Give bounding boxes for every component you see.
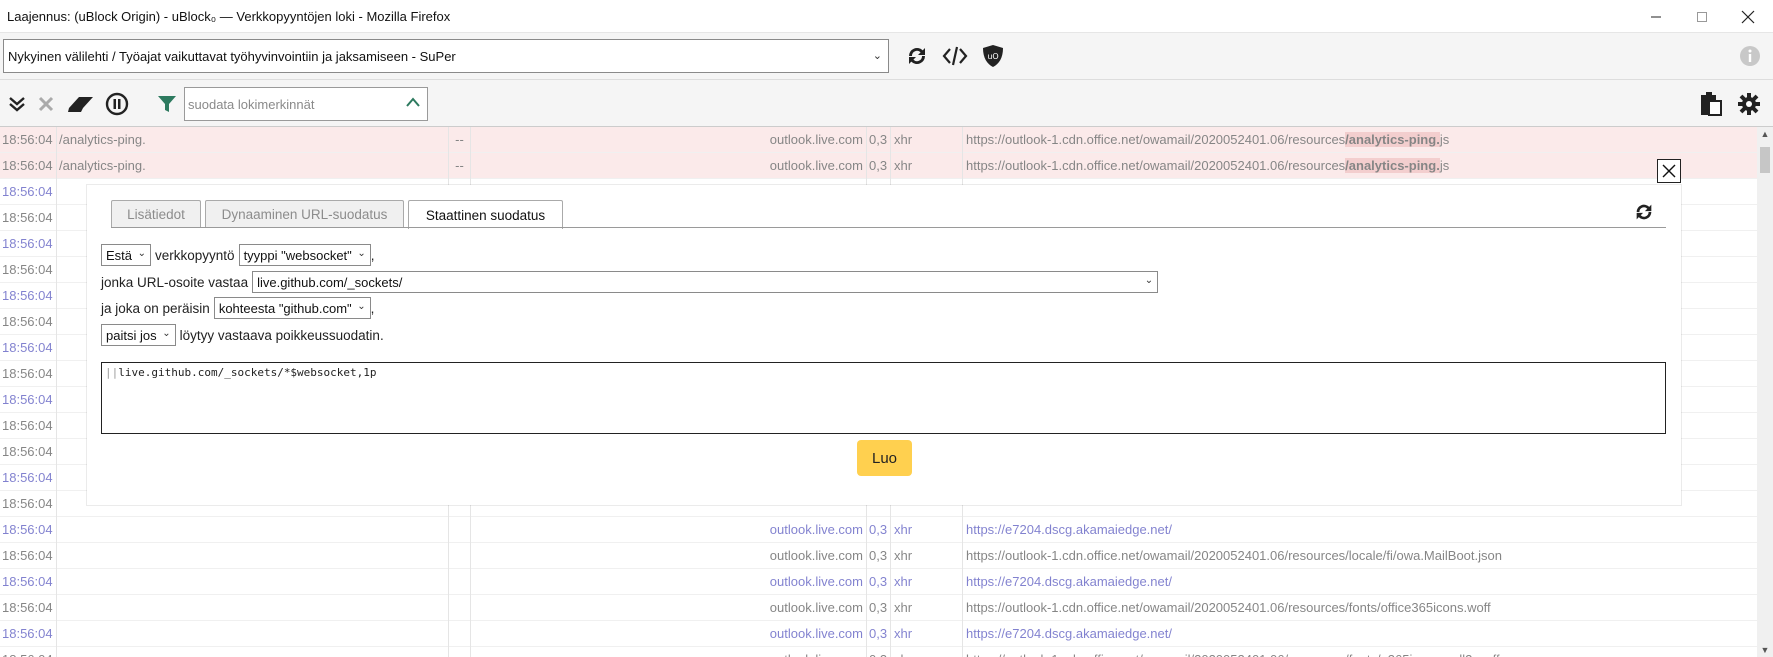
maximize-icon[interactable] — [1679, 0, 1725, 33]
reload-icon[interactable] — [902, 41, 932, 71]
ublock-shield-icon[interactable]: uO — [978, 41, 1008, 71]
filter-funnel-icon[interactable] — [155, 92, 179, 116]
exception-select-value: paitsi jos — [106, 327, 157, 343]
chevron-down-icon: ⌄ — [357, 301, 366, 312]
origin-label: ja joka on peräisin — [101, 300, 210, 316]
exception-select[interactable]: paitsi jos ⌄ — [101, 324, 176, 346]
chevron-up-icon[interactable] — [405, 95, 421, 114]
filter-prefix: || — [105, 366, 119, 379]
origin-select-value: kohteesta "github.com" — [218, 300, 352, 316]
rule-line-1: Estä ⌄ verkkopyyntö tyyppi "websocket" ⌄ , — [101, 244, 375, 266]
pause-icon[interactable] — [104, 91, 130, 117]
clipboard-icon[interactable] — [1697, 90, 1725, 118]
filter-dialog: Lisätiedot Dynaaminen URL-suodatus Staat… — [87, 185, 1681, 505]
close-window-icon[interactable] — [1725, 0, 1771, 33]
modal-close-button[interactable] — [1657, 159, 1681, 183]
gear-icon[interactable] — [1735, 90, 1763, 118]
tab-static-filtering[interactable]: Staattinen suodatus — [408, 200, 563, 229]
filter-textarea[interactable]: ||live.github.com/_sockets/*$websocket,1… — [101, 362, 1666, 434]
log-scrollbar[interactable]: ▲ ▼ — [1757, 127, 1773, 657]
request-label: verkkopyyntö — [155, 247, 235, 263]
double-chevron-down-icon[interactable] — [5, 92, 29, 116]
chevron-down-icon: ⌄ — [872, 50, 882, 62]
url-select[interactable]: live.github.com/_sockets/ ⌄ — [252, 271, 1159, 293]
tab-selector-value: Nykyinen välilehti / Työajat vaikuttavat… — [8, 48, 456, 64]
origin-select[interactable]: kohteesta "github.com" ⌄ — [213, 297, 371, 319]
action-select[interactable]: Estä ⌄ — [101, 244, 152, 266]
log-filter-input[interactable]: suodata lokimerkinnät — [184, 87, 428, 121]
comma-text: , — [370, 247, 375, 263]
refresh-icon[interactable] — [1633, 201, 1657, 225]
info-icon[interactable] — [1737, 43, 1763, 69]
code-icon[interactable] — [940, 41, 970, 71]
chevron-down-icon: ⌄ — [1144, 275, 1154, 286]
minimize-icon[interactable] — [1633, 0, 1679, 33]
tab-dynamic-url-filtering[interactable]: Dynaaminen URL-suodatus — [205, 200, 404, 228]
rule-line-2: jonka URL-osoite vastaa live.github.com/… — [101, 271, 1159, 293]
scrollbar-thumb[interactable] — [1760, 147, 1770, 173]
url-match-label: jonka URL-osoite vastaa — [101, 274, 249, 290]
chevron-down-icon: ⌄ — [137, 248, 147, 259]
window-titlebar: Laajennus: (uBlock Origin) - uBlock₀ — V… — [0, 0, 1773, 33]
action-select-value: Estä — [106, 247, 133, 263]
rule-line-4: paitsi jos ⌄ löytyy vastaava poikkeussuod… — [101, 324, 384, 346]
clear-x-icon[interactable] — [34, 92, 58, 116]
tab-selector[interactable]: Nykyinen välilehti / Työajat vaikuttavat… — [3, 39, 889, 73]
tab-details[interactable]: Lisätiedot — [111, 200, 201, 228]
url-select-value: live.github.com/_sockets/ — [257, 274, 403, 290]
log-toolbar: suodata lokimerkinnät — [0, 80, 1773, 127]
comma-text: , — [370, 300, 375, 316]
exception-label: löytyy vastaava poikkeussuodatin. — [179, 327, 384, 343]
eraser-icon[interactable] — [66, 92, 96, 116]
log-filter-placeholder: suodata lokimerkinnät — [188, 96, 315, 112]
type-select[interactable]: tyyppi "websocket" ⌄ — [238, 244, 371, 266]
tab-divider — [111, 227, 1666, 228]
scroll-down-icon[interactable]: ▼ — [1757, 645, 1773, 655]
filter-body: live.github.com/_sockets/*$websocket,1p — [118, 366, 377, 379]
type-select-value: tyyppi "websocket" — [243, 247, 352, 263]
rule-line-3: ja joka on peräisin kohteesta "github.co… — [101, 297, 374, 319]
create-button[interactable]: Luo — [857, 440, 912, 476]
top-toolbar: Nykyinen välilehti / Työajat vaikuttavat… — [0, 33, 1773, 80]
window-title: Laajennus: (uBlock Origin) - uBlock₀ — V… — [7, 9, 451, 24]
chevron-down-icon: ⌄ — [162, 328, 171, 339]
svg-text:uO: uO — [987, 52, 998, 61]
scroll-up-icon[interactable]: ▲ — [1757, 129, 1773, 139]
chevron-down-icon: ⌄ — [357, 248, 366, 259]
